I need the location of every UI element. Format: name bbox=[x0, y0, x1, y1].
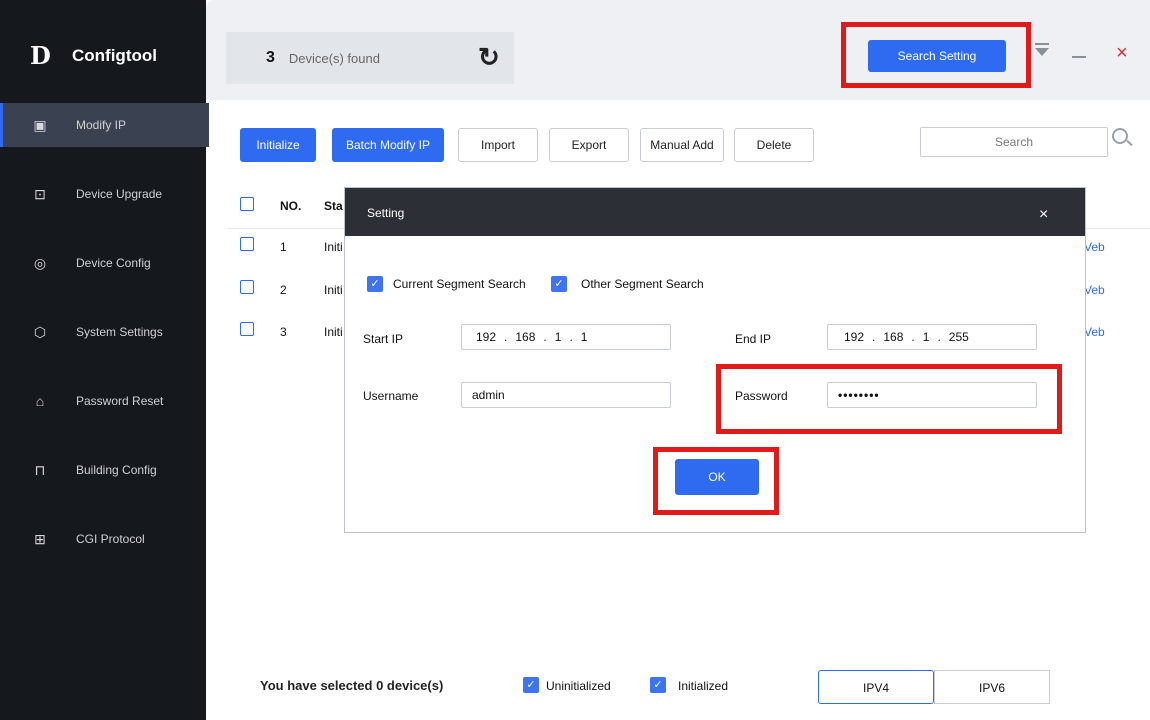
initialize-button[interactable]: Initialize bbox=[240, 128, 316, 162]
current-segment-checkbox[interactable]: ✓ bbox=[367, 276, 383, 292]
row-number: 1 bbox=[280, 240, 287, 254]
refresh-icon[interactable]: ↻ bbox=[478, 42, 500, 73]
ip-separator: . bbox=[543, 330, 547, 344]
highlight-box-password bbox=[716, 364, 1062, 434]
end-ip-octet-1: 192 bbox=[844, 330, 865, 344]
sidebar-item-system-settings[interactable]: ⬡ System Settings bbox=[0, 310, 206, 354]
filter-icon[interactable] bbox=[1035, 48, 1049, 56]
end-ip-field[interactable]: 192 . 168 . 1 . 255 bbox=[827, 324, 1037, 350]
username-field[interactable]: admin bbox=[461, 382, 671, 408]
start-ip-octet-2: 168 bbox=[515, 330, 536, 344]
sidebar-item-label: Device Config bbox=[76, 256, 151, 270]
building-icon: ⊓ bbox=[34, 461, 46, 478]
search-icon[interactable] bbox=[1112, 128, 1128, 144]
sidebar-item-label: Password Reset bbox=[76, 394, 164, 408]
ip-separator: . bbox=[937, 330, 941, 344]
dialog-header: Setting × bbox=[345, 188, 1085, 236]
start-ip-octet-1: 192 bbox=[476, 330, 497, 344]
sidebar-item-modify-ip[interactable]: ▣ Modify IP bbox=[0, 103, 209, 147]
start-ip-octet-4: 1 bbox=[580, 330, 588, 344]
row-number: 3 bbox=[280, 325, 287, 339]
row-checkbox[interactable] bbox=[240, 237, 254, 251]
uninitialized-label: Uninitialized bbox=[546, 679, 611, 693]
sidebar-item-label: Modify IP bbox=[76, 118, 127, 132]
cgi-icon: ⊞ bbox=[34, 530, 46, 547]
end-ip-octet-3: 1 bbox=[922, 330, 930, 344]
minimize-icon[interactable] bbox=[1072, 56, 1086, 58]
upgrade-icon: ⊡ bbox=[34, 185, 46, 202]
sidebar-item-building-config[interactable]: ⊓ Building Config bbox=[0, 448, 206, 492]
close-icon[interactable]: × bbox=[1116, 42, 1128, 65]
sidebar-item-label: Building Config bbox=[76, 463, 157, 477]
sidebar-item-device-config[interactable]: ◎ Device Config bbox=[0, 241, 206, 285]
current-segment-label: Current Segment Search bbox=[393, 277, 526, 291]
config-icon: ◎ bbox=[33, 254, 47, 271]
import-button[interactable]: Import bbox=[458, 128, 538, 162]
sidebar: D Configtool ▣ Modify IP ⊡ Device Upgrad… bbox=[0, 0, 209, 720]
column-header-no: NO. bbox=[280, 199, 302, 213]
selected-count-text: You have selected 0 device(s) bbox=[260, 678, 444, 693]
username-label: Username bbox=[363, 389, 419, 403]
uninitialized-checkbox[interactable]: ✓ bbox=[523, 677, 539, 693]
row-status: Initi bbox=[324, 240, 343, 254]
end-ip-octet-2: 168 bbox=[883, 330, 904, 344]
device-count-panel: 3 Device(s) found ↻ bbox=[226, 32, 514, 84]
ip-separator: . bbox=[569, 330, 573, 344]
other-segment-label: Other Segment Search bbox=[581, 277, 704, 291]
dialog-close-icon[interactable]: × bbox=[1039, 206, 1048, 224]
device-count: 3 bbox=[266, 49, 275, 66]
ip-separator: . bbox=[872, 330, 876, 344]
device-count-label: Device(s) found bbox=[288, 50, 380, 66]
start-ip-field[interactable]: 192 . 168 . 1 . 1 bbox=[461, 324, 671, 350]
delete-button[interactable]: Delete bbox=[734, 128, 814, 162]
export-button[interactable]: Export bbox=[549, 128, 629, 162]
row-status: Initi bbox=[324, 283, 343, 297]
app-name: Configtool bbox=[72, 46, 157, 65]
ipv6-tab[interactable]: IPV6 bbox=[934, 670, 1050, 704]
sidebar-item-label: Device Upgrade bbox=[76, 187, 163, 201]
sidebar-item-label: System Settings bbox=[76, 325, 163, 339]
initialized-checkbox[interactable]: ✓ bbox=[650, 677, 666, 693]
column-header-status: Sta bbox=[324, 199, 343, 213]
dialog-title: Setting bbox=[367, 206, 405, 220]
lock-icon: ⌂ bbox=[35, 393, 45, 409]
sidebar-item-device-upgrade[interactable]: ⊡ Device Upgrade bbox=[0, 172, 206, 216]
brand: D Configtool bbox=[30, 36, 157, 76]
highlight-box-search-setting bbox=[841, 22, 1031, 88]
web-link[interactable]: Veb bbox=[1084, 283, 1105, 297]
start-ip-label: Start IP bbox=[363, 332, 404, 346]
row-checkbox[interactable] bbox=[240, 322, 254, 336]
highlight-box-ok bbox=[653, 447, 779, 515]
row-number: 2 bbox=[280, 283, 287, 297]
sidebar-item-password-reset[interactable]: ⌂ Password Reset bbox=[0, 379, 206, 423]
end-ip-octet-4: 255 bbox=[948, 330, 969, 344]
sidebar-item-cgi-protocol[interactable]: ⊞ CGI Protocol bbox=[0, 517, 206, 561]
start-ip-octet-3: 1 bbox=[554, 330, 562, 344]
ip-separator: . bbox=[504, 330, 508, 344]
batch-modify-ip-button[interactable]: Batch Modify IP bbox=[332, 128, 444, 162]
ip-separator: . bbox=[911, 330, 915, 344]
ip-icon: ▣ bbox=[33, 116, 47, 133]
manual-add-button[interactable]: Manual Add bbox=[640, 128, 724, 162]
initialized-label: Initialized bbox=[678, 679, 729, 693]
web-link[interactable]: Veb bbox=[1084, 325, 1105, 339]
web-link[interactable]: Veb bbox=[1084, 240, 1105, 254]
app-logo-icon: D bbox=[30, 41, 51, 70]
row-checkbox[interactable] bbox=[240, 280, 254, 294]
search-input[interactable]: Search bbox=[920, 127, 1108, 157]
filter-icon-bar bbox=[1035, 43, 1049, 45]
row-status: Initi bbox=[324, 325, 343, 339]
sidebar-item-label: CGI Protocol bbox=[76, 532, 145, 546]
top-bar: 3 Device(s) found ↻ Search Setting × bbox=[206, 0, 1150, 100]
other-segment-checkbox[interactable]: ✓ bbox=[551, 276, 567, 292]
select-all-checkbox[interactable] bbox=[240, 197, 254, 211]
settings-icon: ⬡ bbox=[33, 323, 47, 340]
end-ip-label: End IP bbox=[735, 332, 772, 346]
ipv4-tab[interactable]: IPV4 bbox=[818, 670, 934, 704]
